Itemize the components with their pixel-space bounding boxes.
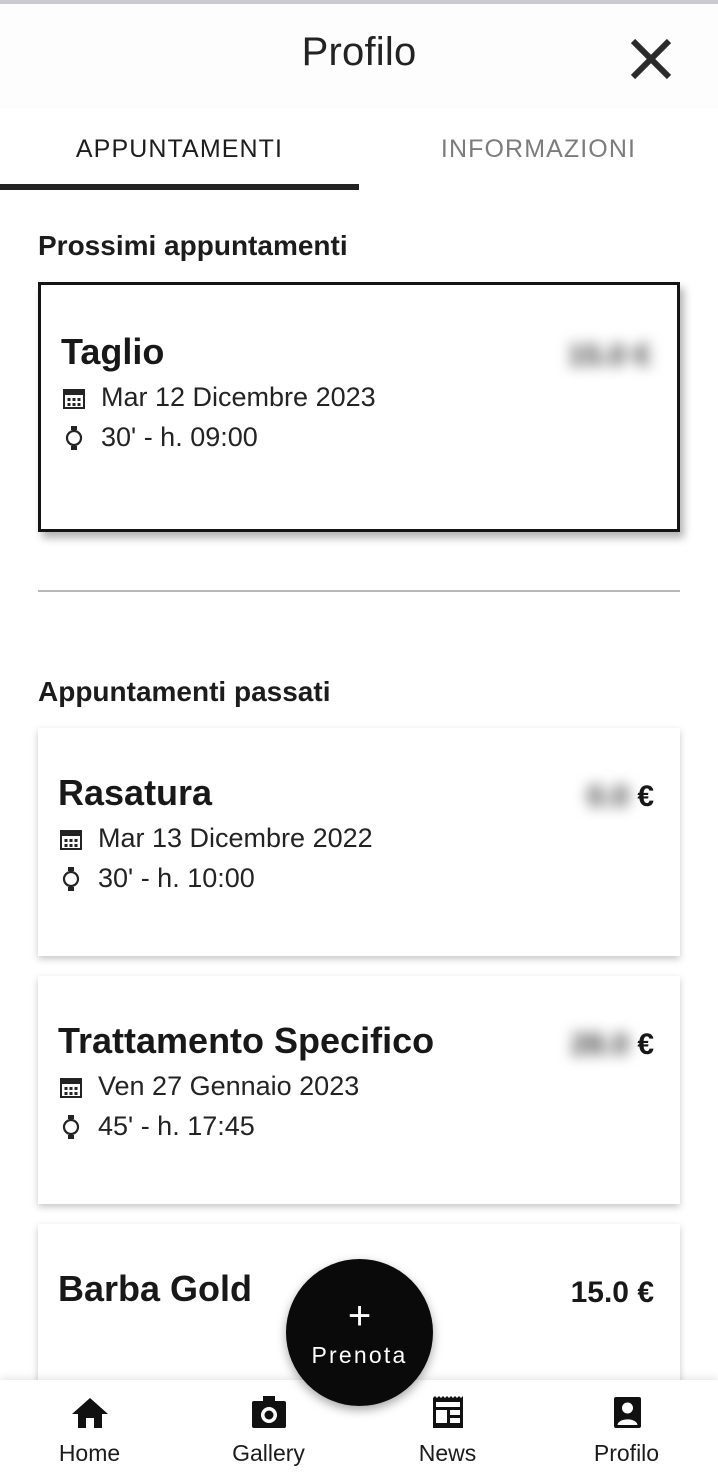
appointment-price-value: 15.0 € [567,339,651,372]
contact-card-icon [608,1392,646,1434]
appointment-card-past-1[interactable]: Rasatura 0.0 € Mar 13 Dicembre 2022 30' … [38,728,680,956]
appointment-time-row: 30' - h. 09:00 [61,421,651,453]
tab-informazioni[interactable]: INFORMAZIONI [359,108,718,190]
tab-bar: APPUNTAMENTI INFORMAZIONI [0,108,718,190]
watch-icon [61,425,87,450]
appointment-date-row: Ven 27 Gennaio 2023 [58,1071,654,1102]
close-button[interactable] [620,28,682,90]
appointment-time: 30' - h. 09:00 [101,421,258,452]
nav-item-profilo[interactable]: Profilo [537,1392,716,1467]
nav-item-home[interactable]: Home [0,1392,179,1467]
watch-icon [58,1114,84,1139]
appointment-date: Mar 12 Dicembre 2023 [101,382,376,412]
calendar-icon [61,387,87,409]
appointment-title: Taglio [61,331,165,372]
header-bar: Profilo [0,4,718,108]
appointment-price-currency: € [637,1028,654,1061]
appointment-price-currency: € [637,780,654,813]
newspaper-icon [429,1392,467,1434]
appointment-card-upcoming[interactable]: Taglio 15.0 € Mar 12 Dicembre 2023 30' -… [38,282,680,532]
appointment-title: Trattamento Specifico [58,1020,435,1061]
appointment-time-row: 30' - h. 10:00 [58,862,654,894]
appointment-card-past-2[interactable]: Trattamento Specifico 28.0 € Ven 27 Genn… [38,976,680,1204]
nav-item-news[interactable]: News [358,1392,537,1467]
calendar-icon [58,828,84,850]
appointment-time-row: 45' - h. 17:45 [58,1110,654,1142]
appointment-title: Rasatura [58,772,213,813]
calendar-icon [58,1076,84,1098]
appointments-scroll-area[interactable]: Prossimi appuntamenti Taglio 15.0 € Mar … [0,190,718,1380]
appointment-price: 28.0 € [571,1022,654,1062]
appointment-title: Barba Gold [58,1268,253,1309]
nav-item-news-label: News [418,1440,477,1466]
section-title-upcoming: Prossimi appuntamenti [38,230,348,261]
plus-icon: + [347,1294,372,1338]
tab-appuntamenti[interactable]: APPUNTAMENTI [0,108,359,190]
appointment-price: 15.0 € [568,333,651,373]
prenota-fab-button[interactable]: + Prenota [286,1259,433,1406]
appointment-price: 0.0 € [587,774,654,814]
section-title-past: Appuntamenti passati [38,676,331,707]
watch-icon [58,866,84,891]
appointment-time: 45' - h. 17:45 [98,1110,255,1141]
appointment-date-row: Mar 12 Dicembre 2023 [61,382,651,413]
appointment-date: Ven 27 Gennaio 2023 [98,1071,360,1101]
appointment-date-row: Mar 13 Dicembre 2022 [58,823,654,854]
appointment-price: 15.0 € [571,1270,654,1310]
page-title: Profilo [301,30,417,74]
appointment-price-value: 0.0 [587,780,629,813]
profile-screen: Profilo APPUNTAMENTI INFORMAZIONI Prossi… [0,0,718,1480]
camera-icon [250,1392,288,1434]
appointment-price-value: 15.0 [570,1276,629,1309]
nav-item-gallery[interactable]: Gallery [179,1392,358,1467]
appointment-time: 30' - h. 10:00 [98,862,255,893]
home-icon [71,1392,109,1434]
close-icon [628,36,674,82]
appointment-price-currency: € [637,1276,654,1309]
tab-appuntamenti-label: APPUNTAMENTI [75,134,284,163]
prenota-label: Prenota [311,1342,408,1368]
appointment-date: Mar 13 Dicembre 2022 [98,823,373,853]
tab-informazioni-label: INFORMAZIONI [440,134,637,163]
appointment-price-value: 28.0 [570,1028,629,1061]
nav-item-home-label: Home [58,1440,121,1466]
nav-item-gallery-label: Gallery [232,1440,305,1466]
nav-item-profilo-label: Profilo [593,1440,660,1466]
